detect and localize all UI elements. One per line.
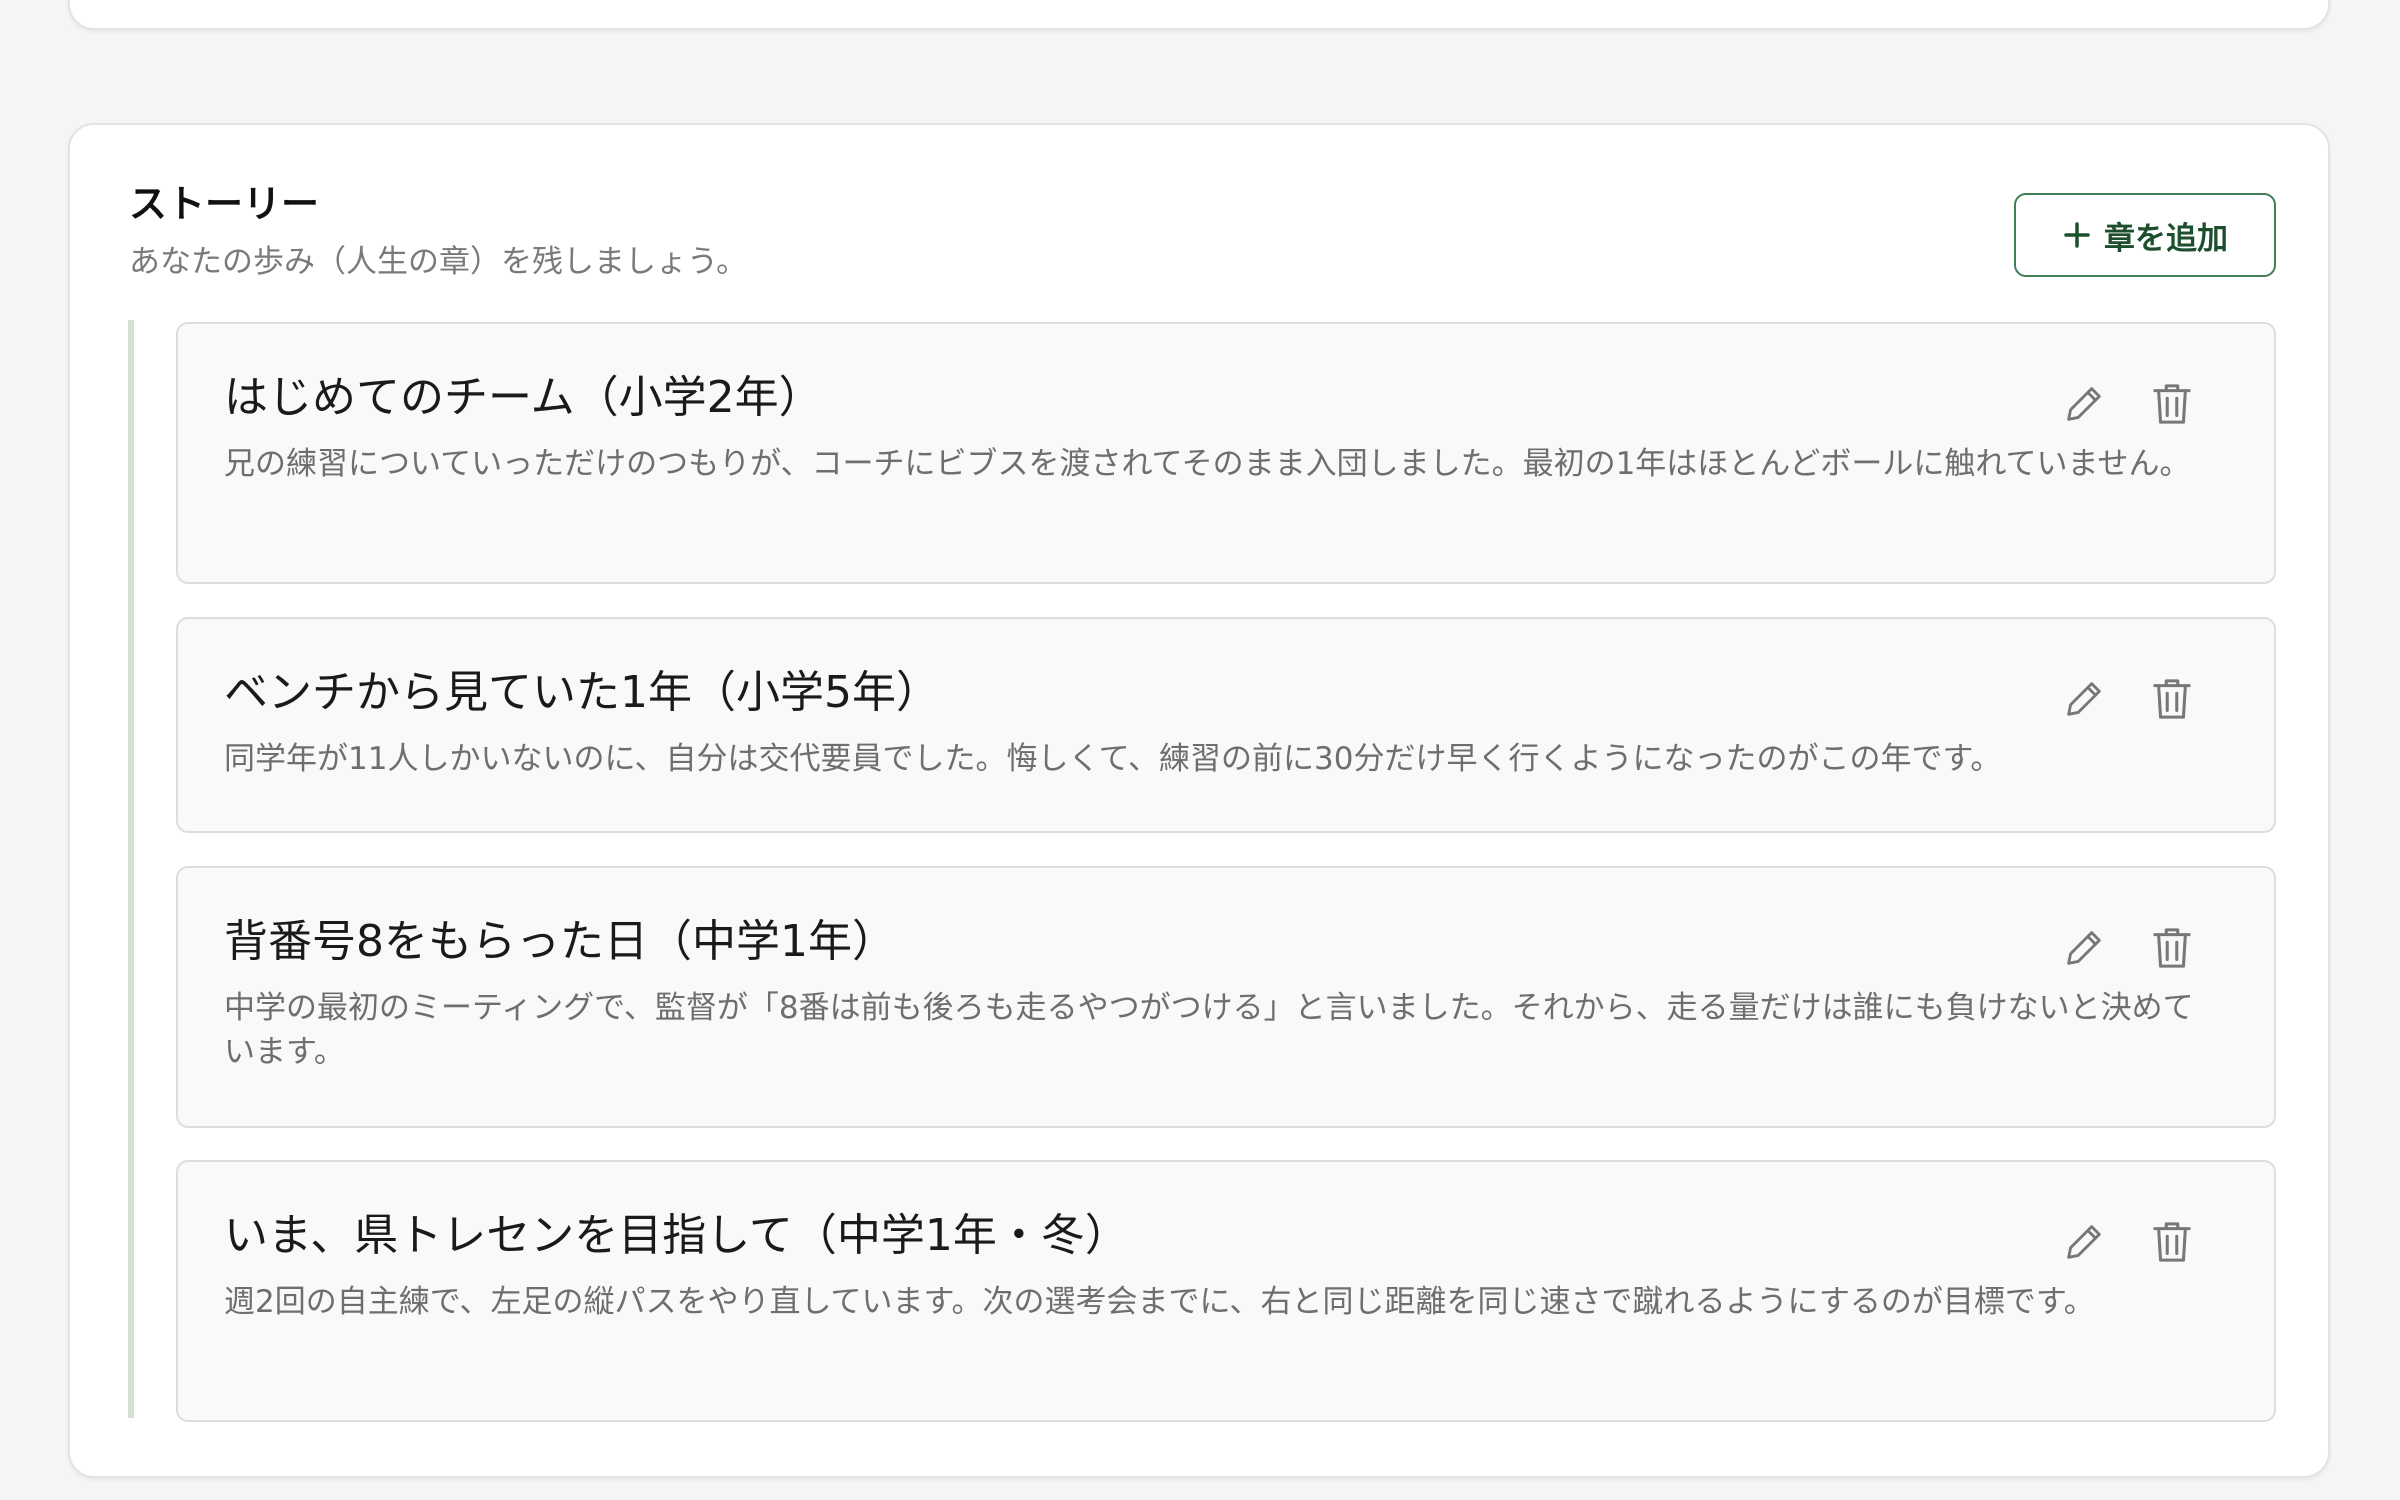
pencil-icon <box>2067 387 2101 421</box>
delete-chapter-button[interactable] <box>2148 924 2196 972</box>
edit-chapter-button[interactable] <box>2060 1218 2108 1266</box>
chapter-body: 同学年が11人しかいないのに、自分は交代要員でした。悔しくて、練習の前に30分だ… <box>224 741 2002 777</box>
trash-icon <box>2153 928 2191 968</box>
pencil-icon <box>2067 931 2101 965</box>
section-subtitle: あなたの歩み（人生の章）を残しましょう。 <box>129 244 748 280</box>
edit-chapter-button[interactable] <box>2060 924 2108 972</box>
pencil-icon <box>2067 1225 2101 1259</box>
delete-chapter-button[interactable] <box>2148 380 2196 428</box>
chapter-card: はじめてのチーム（小学2年） 兄の練習についていっただけのつもりが、コーチにビブ… <box>176 322 2276 584</box>
chapter-body: 中学の最初のミーティングで、監督が「8番は前も後ろも走るやつがつける」と言いまし… <box>224 990 2194 1070</box>
chapter-card: ベンチから見ていた1年（小学5年） 同学年が11人しかいないのに、自分は交代要員… <box>176 617 2276 833</box>
story-section: ストーリー あなたの歩み（人生の章）を残しましょう。 章を追加 はじめてのチーム… <box>68 123 2330 1478</box>
edit-chapter-button[interactable] <box>2060 675 2108 723</box>
chapter-card: 背番号8をもらった日（中学1年） 中学の最初のミーティングで、監督が「8番は前も… <box>176 866 2276 1128</box>
chapter-title: はじめてのチーム（小学2年） <box>224 372 823 423</box>
chapter-body: 週2回の自主練で、左足の縦パスをやり直しています。次の選考会までに、右と同じ距離… <box>224 1284 2095 1320</box>
plus-icon <box>2062 220 2092 250</box>
trash-icon <box>2153 679 2191 719</box>
previous-section-card <box>68 0 2330 30</box>
pencil-icon <box>2067 682 2101 716</box>
trash-icon <box>2153 1222 2191 1262</box>
timeline-line <box>128 320 134 1418</box>
section-title: ストーリー <box>129 182 320 226</box>
trash-icon <box>2153 384 2191 424</box>
chapter-title: ベンチから見ていた1年（小学5年） <box>224 667 940 718</box>
edit-chapter-button[interactable] <box>2060 380 2108 428</box>
chapter-title: いま、県トレセンを目指して（中学1年・冬） <box>224 1210 1129 1261</box>
chapter-card: いま、県トレセンを目指して（中学1年・冬） 週2回の自主練で、左足の縦パスをやり… <box>176 1160 2276 1422</box>
chapter-title: 背番号8をもらった日（中学1年） <box>224 916 896 967</box>
add-chapter-label: 章を追加 <box>2104 220 2228 257</box>
chapter-body: 兄の練習についていっただけのつもりが、コーチにビブスを渡されてそのまま入団しまし… <box>224 446 2191 482</box>
add-chapter-button[interactable]: 章を追加 <box>2014 193 2276 277</box>
delete-chapter-button[interactable] <box>2148 1218 2196 1266</box>
delete-chapter-button[interactable] <box>2148 675 2196 723</box>
